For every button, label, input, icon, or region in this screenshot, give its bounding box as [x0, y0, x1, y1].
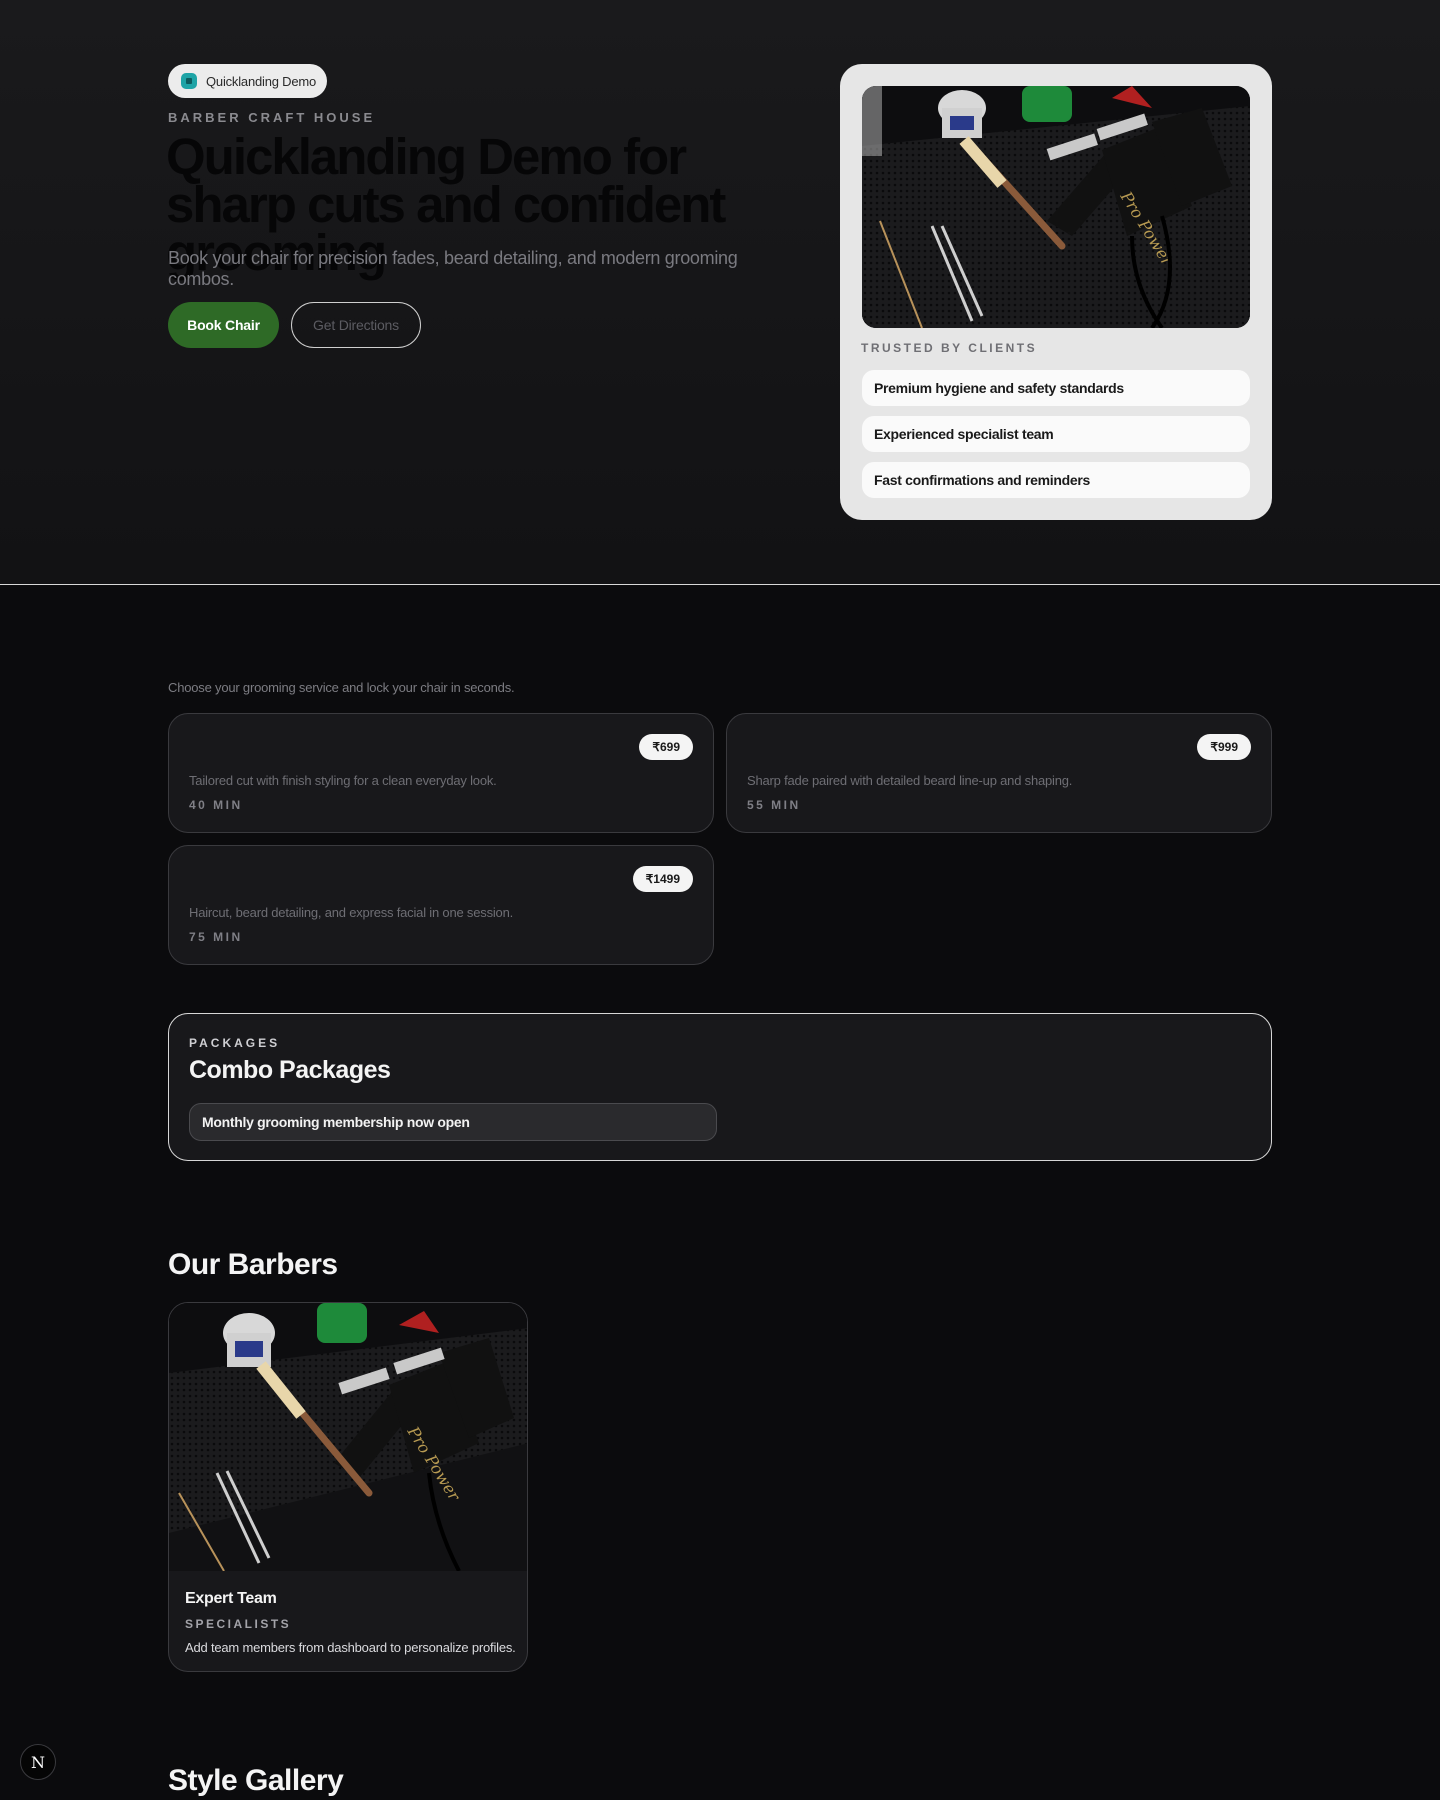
barbers-title: Our Barbers — [168, 1248, 338, 1281]
services-intro: Choose your grooming service and lock yo… — [168, 680, 515, 695]
packages-card: PACKAGES Combo Packages Monthly grooming… — [168, 1013, 1272, 1161]
trust-item: Premium hygiene and safety standards — [862, 370, 1250, 406]
service-card[interactable]: ₹699 Tailored cut with finish styling fo… — [168, 713, 714, 833]
service-duration: 55 MIN — [747, 798, 801, 812]
service-price-badge: ₹1499 — [632, 866, 693, 892]
get-directions-button[interactable]: Get Directions — [291, 302, 421, 348]
service-description: Tailored cut with finish styling for a c… — [189, 773, 497, 788]
hero-eyebrow: BARBER CRAFT HOUSE — [168, 110, 376, 125]
nextjs-logo-icon[interactable]: N — [20, 1744, 56, 1780]
brand-badge-label: Quicklanding Demo — [206, 73, 317, 89]
barber-name: Expert Team — [185, 1590, 277, 1607]
gallery-title: Style Gallery — [168, 1764, 344, 1797]
service-duration: 40 MIN — [189, 798, 243, 812]
packages-eyebrow: PACKAGES — [189, 1036, 281, 1050]
barber-role: SPECIALISTS — [185, 1617, 292, 1631]
barber-card[interactable]: Pro Power Expert Team SPECIALISTS Add te… — [168, 1302, 528, 1672]
barber-photo: Pro Power — [169, 1303, 527, 1571]
service-price-badge: ₹699 — [639, 734, 693, 760]
brand-badge[interactable]: Quicklanding Demo — [168, 64, 328, 98]
package-item[interactable]: Monthly grooming membership now open — [189, 1103, 717, 1141]
service-card[interactable]: ₹999 Sharp fade paired with detailed bea… — [726, 713, 1272, 833]
packages-title: Combo Packages — [189, 1056, 391, 1084]
trust-item: Experienced specialist team — [862, 416, 1250, 452]
barber-tools-photo: Pro Power — [862, 86, 1250, 328]
barber-note: Add team members from dashboard to perso… — [185, 1640, 516, 1655]
trust-card: Pro Power TRUSTED BY CLIENTS Premium hyg… — [840, 64, 1272, 520]
service-description: Haircut, beard detailing, and express fa… — [189, 905, 514, 920]
hero-section: Quicklanding Demo BARBER CRAFT HOUSE Qui… — [0, 0, 1440, 585]
service-duration: 75 MIN — [189, 930, 243, 944]
service-description: Sharp fade paired with detailed beard li… — [747, 773, 1073, 788]
hero-subtitle: Book your chair for precision fades, bea… — [168, 248, 738, 289]
service-card[interactable]: ₹1499 Haircut, beard detailing, and expr… — [168, 845, 714, 965]
trust-item: Fast confirmations and reminders — [862, 462, 1250, 498]
trust-label: TRUSTED BY CLIENTS — [861, 341, 1038, 355]
book-chair-button[interactable]: Book Chair — [168, 302, 279, 348]
app-logo-icon — [181, 73, 197, 89]
trust-list: Premium hygiene and safety standards Exp… — [862, 370, 1250, 508]
service-price-badge: ₹999 — [1197, 734, 1251, 760]
